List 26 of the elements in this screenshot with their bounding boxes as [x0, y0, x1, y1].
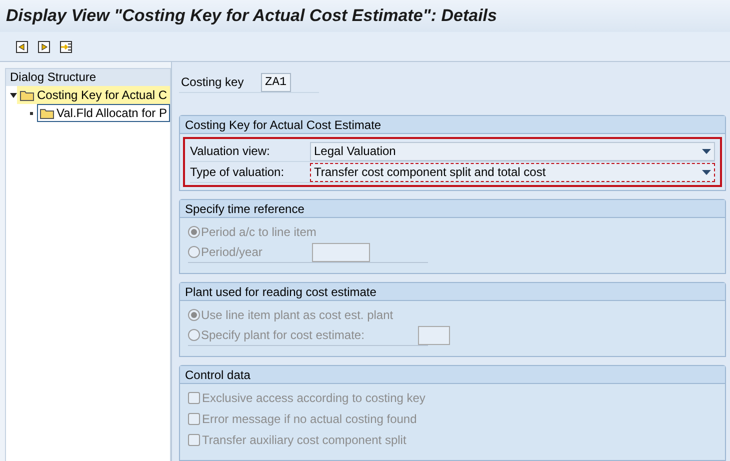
radio-label: Period a/c to line item — [201, 224, 316, 240]
radio-label: Use line item plant as cost est. plant — [201, 306, 394, 324]
folder-icon — [40, 108, 54, 118]
field-label: Costing key — [180, 74, 245, 91]
group-title: Specify time reference — [180, 200, 725, 218]
tree-item[interactable]: Costing Key for Actual C — [17, 86, 170, 104]
group-title: Control data — [180, 366, 725, 384]
checkbox-label: Error message if no actual costing found — [202, 410, 417, 428]
checkbox-label: Exclusive access according to costing key — [202, 390, 426, 406]
checkbox-label: Transfer auxiliary cost component split — [202, 432, 406, 448]
dropdown-arrow-icon — [702, 148, 711, 154]
radio-label: Period/year — [201, 244, 262, 261]
dropdown-arrow-icon — [702, 170, 711, 174]
group-title: Costing Key for Actual Cost Estimate — [180, 116, 725, 134]
dropdown-field[interactable]: Legal Valuation — [310, 142, 715, 160]
tree-item[interactable]: Val.Fld Allocatn for P — [36, 104, 170, 122]
field-label: Valuation view: — [190, 143, 271, 160]
panel-title: Dialog Structure — [6, 69, 170, 86]
radio-label: Specify plant for cost estimate: — [201, 327, 364, 344]
window-title: Display View "Costing Key for Actual Cost Estimate": Details — [0, 0, 730, 32]
dropdown-field[interactable]: Transfer cost component split and total cost — [310, 162, 715, 182]
field-label: Type of valuation: — [190, 164, 286, 181]
costing-key-field[interactable]: ZA1 — [261, 72, 291, 92]
folder-icon — [20, 90, 34, 100]
group-title: Plant used for reading cost estimate — [180, 283, 725, 301]
expand-toggle[interactable] — [10, 92, 17, 98]
